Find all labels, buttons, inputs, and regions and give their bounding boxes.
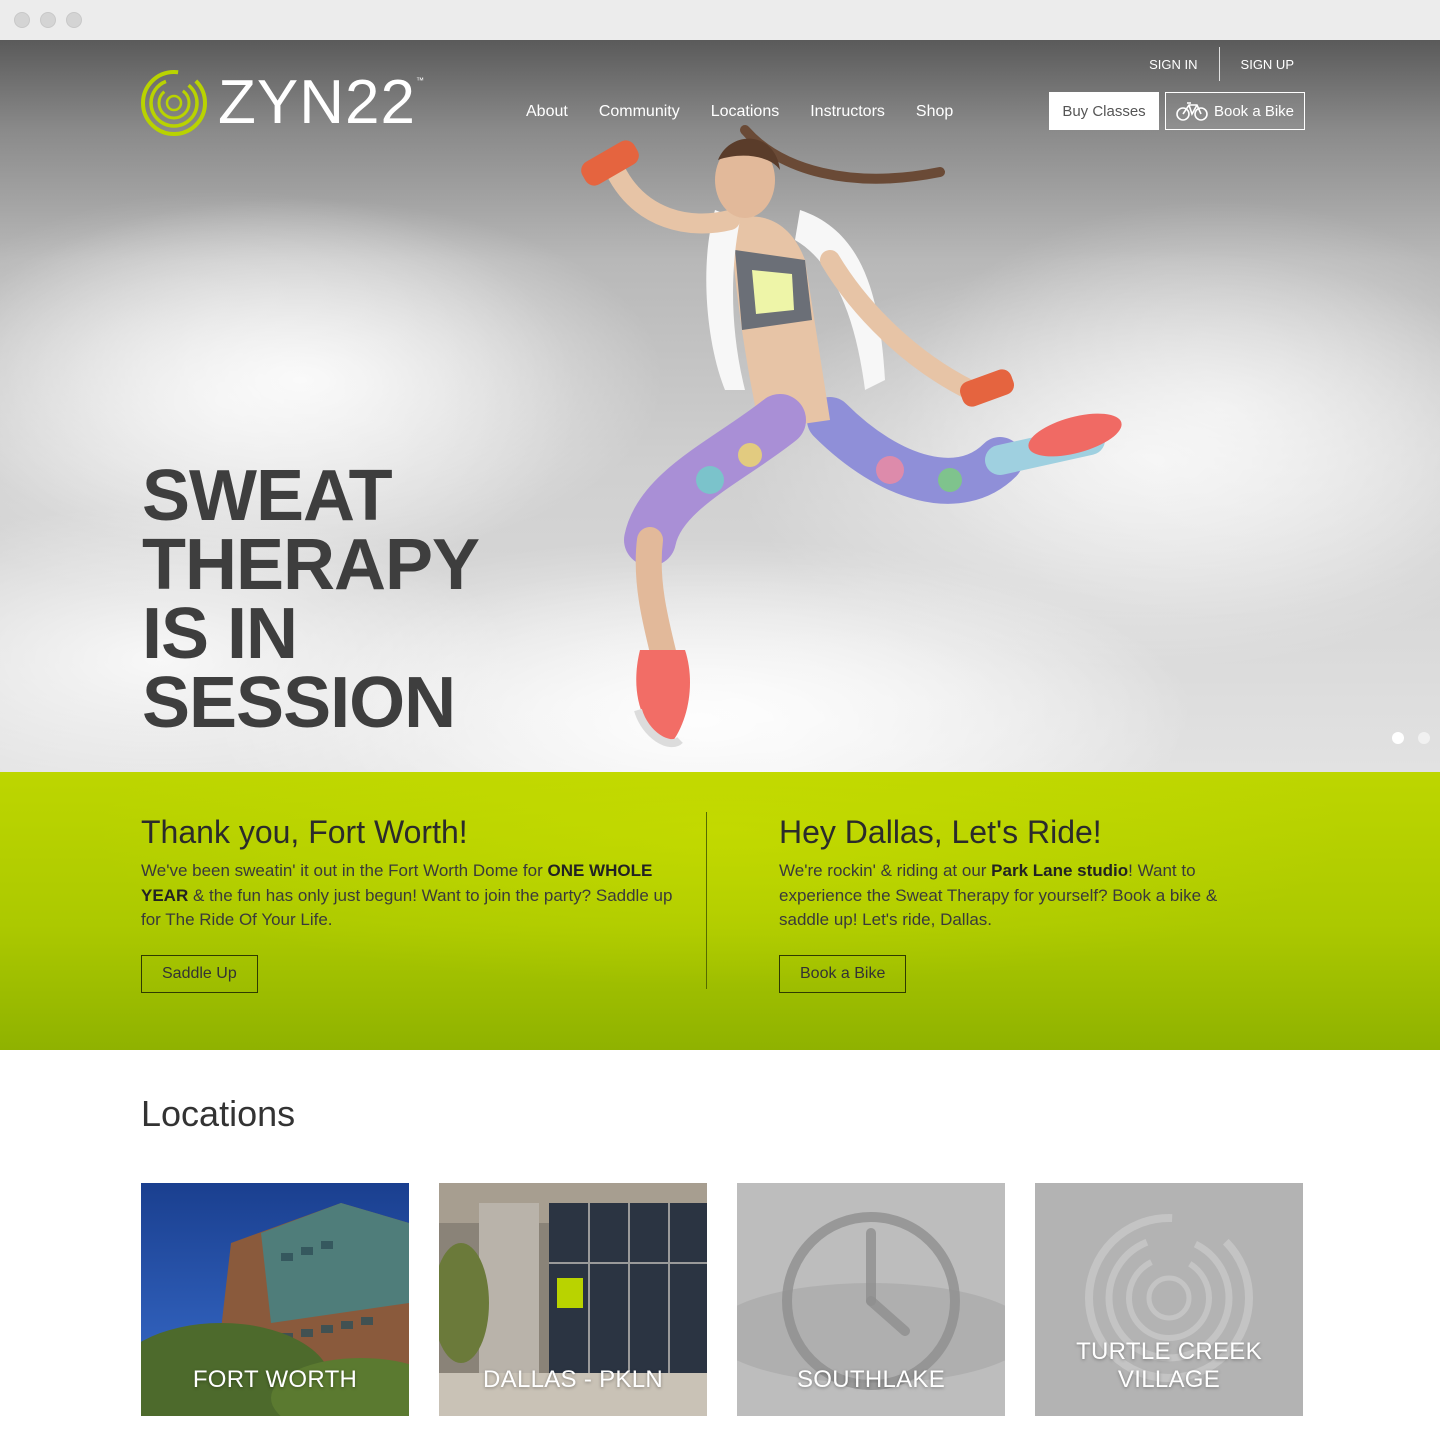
promo-title: Hey Dallas, Let's Ride! — [779, 814, 1102, 850]
nav-item-instructors[interactable]: Instructors — [810, 103, 885, 121]
book-a-bike-button[interactable]: Book a Bike — [1165, 92, 1305, 130]
location-card-dallas-pkln[interactable]: DALLAS - PKLN — [439, 1183, 707, 1416]
location-label: FORT WORTH — [192, 1366, 358, 1393]
headline-line-4: SESSION — [142, 663, 456, 743]
locations-grid: FORT WORTH DALLAS - PKLN SOUTHLAKE TURTL… — [141, 1183, 1303, 1416]
nav-item-about[interactable]: About — [526, 103, 568, 121]
hero-section: ZYN22 ™ About Community Locations Instru… — [0, 40, 1440, 772]
promo-band: Thank you, Fort Worth! We've been sweati… — [0, 772, 1440, 1050]
location-card-southlake[interactable]: SOUTHLAKE — [737, 1183, 1005, 1416]
location-label: DALLAS - PKLN — [483, 1366, 663, 1393]
saddle-up-button[interactable]: Saddle Up — [141, 954, 258, 993]
book-a-bike-label: Book a Bike — [1213, 102, 1295, 120]
promo-divider — [706, 812, 707, 989]
location-label: SOUTHLAKE — [796, 1366, 946, 1393]
brand-logo[interactable]: ZYN22 ™ — [140, 68, 424, 138]
window-minimize-dot[interactable] — [40, 12, 56, 28]
nav-item-locations[interactable]: Locations — [711, 103, 780, 121]
headline-line-1: SWEAT — [142, 456, 393, 536]
main-nav: About Community Locations Instructors Sh… — [526, 103, 953, 121]
promo-title: Thank you, Fort Worth! — [141, 814, 468, 850]
headline-line-2: THERAPY — [142, 525, 480, 605]
promo-dallas: Hey Dallas, Let's Ride! We're rockin' & … — [779, 814, 1269, 993]
buy-classes-button[interactable]: Buy Classes — [1049, 92, 1159, 130]
window-close-dot[interactable] — [14, 12, 30, 28]
slider-dot-2[interactable] — [1418, 732, 1430, 744]
sign-up-link[interactable]: SIGN UP — [1220, 57, 1294, 72]
brand-name: ZYN22 — [218, 68, 416, 137]
window-maximize-dot[interactable] — [66, 12, 82, 28]
location-card-fort-worth[interactable]: FORT WORTH — [141, 1183, 409, 1416]
browser-chrome — [0, 0, 1440, 41]
brand-trademark: ™ — [415, 76, 424, 85]
nav-item-shop[interactable]: Shop — [916, 103, 953, 121]
location-label: TURTLE CREEK VILLAGE — [1076, 1338, 1262, 1393]
athlete-image — [581, 125, 1122, 748]
slider-dot-1[interactable] — [1392, 732, 1404, 744]
sign-in-link[interactable]: SIGN IN — [1128, 57, 1218, 72]
book-a-bike-promo-button[interactable]: Book a Bike — [779, 954, 907, 993]
nav-item-community[interactable]: Community — [599, 103, 680, 121]
promo-text: We're rockin' & riding at our Park Lane … — [779, 861, 1218, 929]
bicycle-icon — [1176, 102, 1208, 121]
headline-line-3: IS IN — [142, 594, 298, 674]
hero-headline: SWEAT THERAPY IS IN SESSION — [142, 456, 480, 743]
zyn22-ring-logo-icon — [141, 70, 207, 136]
slider-dots — [1392, 732, 1430, 744]
promo-fort-worth: Thank you, Fort Worth! We've been sweati… — [141, 814, 681, 993]
auth-links: SIGN IN SIGN UP — [1128, 47, 1294, 81]
promo-text: We've been sweatin' it out in the Fort W… — [141, 861, 673, 929]
location-card-turtle-creek-village[interactable]: TURTLE CREEK VILLAGE — [1035, 1183, 1303, 1416]
locations-title: Locations — [141, 1093, 296, 1134]
